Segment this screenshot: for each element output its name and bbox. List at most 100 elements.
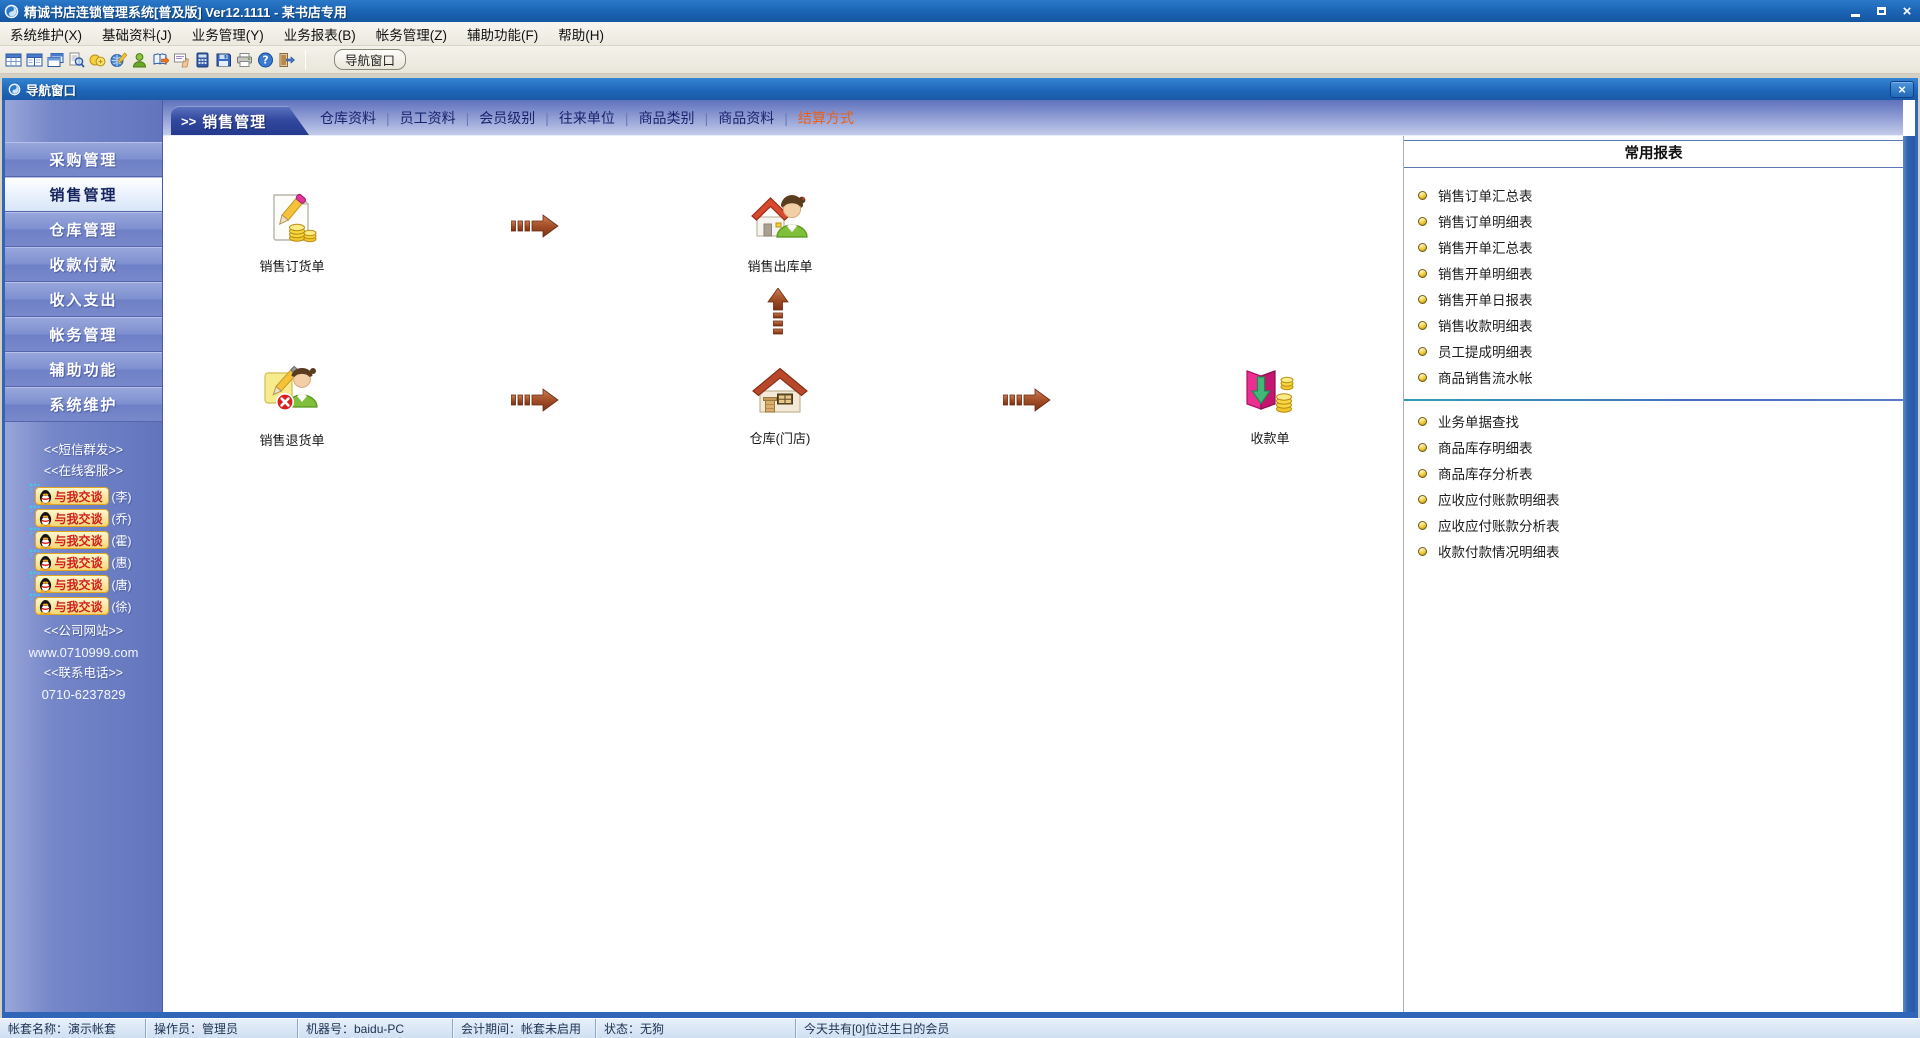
- window-right-edge: [1903, 136, 1915, 1012]
- form-icon[interactable]: [24, 48, 45, 72]
- report-item-label: 收款付款情况明细表: [1438, 545, 1560, 560]
- flow-node-receipt[interactable]: 收款单: [1195, 365, 1345, 447]
- report-item-label: 业务单据查找: [1438, 415, 1519, 430]
- book-export-icon[interactable]: [150, 48, 171, 72]
- hand-edit-icon[interactable]: [171, 48, 192, 72]
- coins-icon[interactable]: [87, 48, 108, 72]
- sidebar-item-purchase[interactable]: 采购管理: [5, 142, 162, 177]
- grid-icon[interactable]: [3, 48, 24, 72]
- qq-chat-button[interactable]: 与我交谈: [29, 549, 109, 571]
- sidebar-item-warehouse[interactable]: 仓库管理: [5, 212, 162, 247]
- qq-contact: 与我交谈 (唐): [5, 571, 162, 595]
- qq-contact: 与我交谈 (霍): [5, 527, 162, 551]
- print-icon[interactable]: [234, 48, 255, 72]
- site-url-link[interactable]: www.0710999.com: [5, 642, 162, 663]
- bullet-icon: [1418, 190, 1427, 200]
- flow-node-warehouse-store[interactable]: 仓库(门店): [705, 365, 855, 447]
- report-item[interactable]: 销售开单明细表: [1404, 260, 1903, 286]
- qq-chat-button[interactable]: 与我交谈: [29, 483, 109, 505]
- report-item[interactable]: 销售收款明细表: [1404, 312, 1903, 338]
- tab-link-employee-data[interactable]: 员工资料: [395, 108, 475, 128]
- menu-account-management[interactable]: 帐务管理(Z): [366, 21, 457, 47]
- tab-prefix: >>: [181, 113, 197, 129]
- speech-dots-icon: [29, 505, 41, 513]
- sms-broadcast-link[interactable]: <<短信群发>>: [5, 440, 162, 461]
- flow-node-label: 销售订货单: [259, 259, 325, 274]
- report-item[interactable]: 商品库存明细表: [1404, 434, 1903, 460]
- tab-link-member-level[interactable]: 会员级别: [474, 108, 554, 128]
- report-item[interactable]: 销售订单汇总表: [1404, 182, 1903, 208]
- flow-node-sales-outbound[interactable]: 销售出库单: [705, 191, 855, 275]
- sales-return-icon: [264, 365, 318, 411]
- menu-business-reports[interactable]: 业务报表(B): [274, 21, 366, 47]
- maximize-button[interactable]: [1868, 0, 1894, 22]
- app-logo-icon: [4, 4, 19, 18]
- qq-chat-button[interactable]: 与我交谈: [29, 527, 109, 549]
- qq-contact: 与我交谈 (惠): [5, 549, 162, 573]
- report-item-label: 销售开单日报表: [1438, 293, 1533, 308]
- report-item-label: 商品库存明细表: [1438, 441, 1533, 456]
- status-machine-id: 机器号：baidu-PC: [298, 1019, 453, 1038]
- exit-icon[interactable]: [276, 48, 297, 72]
- tab-sales-management[interactable]: >> 销售管理: [171, 106, 309, 135]
- calculator-icon[interactable]: [192, 48, 213, 72]
- flow-node-label: 收款单: [1250, 431, 1290, 446]
- flow-arrow-right-icon: [511, 214, 559, 238]
- help-icon[interactable]: ?: [255, 48, 276, 72]
- menu-help[interactable]: 帮助(H): [548, 21, 614, 47]
- tab-link-product-category[interactable]: 商品类别: [634, 108, 714, 128]
- report-item[interactable]: 销售订单明细表: [1404, 208, 1903, 234]
- report-item[interactable]: 商品库存分析表: [1404, 460, 1903, 486]
- sidebar-item-income-expense[interactable]: 收入支出: [5, 282, 162, 317]
- report-item-label: 商品销售流水帐: [1438, 371, 1533, 386]
- menu-business-management[interactable]: 业务管理(Y): [182, 21, 274, 47]
- user-icon[interactable]: [129, 48, 150, 72]
- qq-chat-label: 与我交谈: [54, 533, 103, 548]
- qq-chat-button[interactable]: 与我交谈: [29, 505, 109, 527]
- bullet-icon: [1418, 546, 1427, 556]
- sidebar-item-sales[interactable]: 销售管理: [5, 177, 162, 212]
- tab-link-partner-units[interactable]: 往来单位: [554, 108, 634, 128]
- sidebar-item-accounting[interactable]: 帐务管理: [5, 317, 162, 352]
- qq-chat-button[interactable]: 与我交谈: [29, 593, 109, 615]
- reports-divider: [1404, 399, 1903, 401]
- speech-dots-icon: [29, 593, 41, 601]
- online-service-link[interactable]: <<在线客服>>: [5, 461, 162, 482]
- qq-chat-button[interactable]: 与我交谈: [29, 571, 109, 593]
- close-button[interactable]: ×: [1894, 0, 1920, 22]
- tab-link-warehouse-data[interactable]: 仓库资料: [315, 108, 395, 128]
- bullet-icon: [1418, 468, 1427, 478]
- report-item[interactable]: 商品销售流水帐: [1404, 364, 1903, 390]
- save-icon[interactable]: [213, 48, 234, 72]
- report-item[interactable]: 应收应付账款明细表: [1404, 486, 1903, 512]
- globe-edit-icon[interactable]: [108, 48, 129, 72]
- menu-system-maintenance[interactable]: 系统维护(X): [0, 21, 92, 47]
- nav-close-button[interactable]: ×: [1890, 80, 1914, 98]
- contact-phone-label: <<联系电话>>: [43, 666, 124, 680]
- sidebar-item-receipt-payment[interactable]: 收款付款: [5, 247, 162, 282]
- tab-link-settlement-method[interactable]: 结算方式: [793, 108, 859, 128]
- sidebar-item-auxiliary[interactable]: 辅助功能: [5, 352, 162, 387]
- qq-contact-name: (徐): [111, 599, 132, 614]
- menubar: 系统维护(X) 基础资料(J) 业务管理(Y) 业务报表(B) 帐务管理(Z) …: [0, 22, 1920, 46]
- sales-order-icon: [273, 193, 317, 243]
- menu-base-data[interactable]: 基础资料(J): [92, 21, 182, 47]
- windows-icon[interactable]: [45, 48, 66, 72]
- menu-auxiliary[interactable]: 辅助功能(F): [457, 21, 548, 47]
- tab-link-product-data[interactable]: 商品资料: [713, 108, 793, 128]
- flow-node-sales-order[interactable]: 销售订货单: [217, 191, 367, 275]
- sidebar-item-system[interactable]: 系统维护: [5, 387, 162, 422]
- company-site-link[interactable]: <<公司网站>>: [5, 621, 162, 642]
- report-item[interactable]: 销售开单汇总表: [1404, 234, 1903, 260]
- report-item[interactable]: 员工提成明细表: [1404, 338, 1903, 364]
- report-item[interactable]: 业务单据查找: [1404, 408, 1903, 434]
- tab-label: 销售管理: [202, 113, 267, 131]
- minimize-button[interactable]: [1842, 0, 1868, 22]
- flow-node-sales-return[interactable]: 销售退货单: [217, 365, 367, 449]
- search-doc-icon[interactable]: [66, 48, 87, 72]
- report-item[interactable]: 销售开单日报表: [1404, 286, 1903, 312]
- nav-window-button[interactable]: 导航窗口: [334, 49, 407, 70]
- report-item[interactable]: 应收应付账款分析表: [1404, 512, 1903, 538]
- report-item[interactable]: 收款付款情况明细表: [1404, 538, 1903, 564]
- reports-group-2: 业务单据查找 商品库存明细表 商品库存分析表 应收应付账款明细表 应收应付账款分…: [1404, 408, 1903, 564]
